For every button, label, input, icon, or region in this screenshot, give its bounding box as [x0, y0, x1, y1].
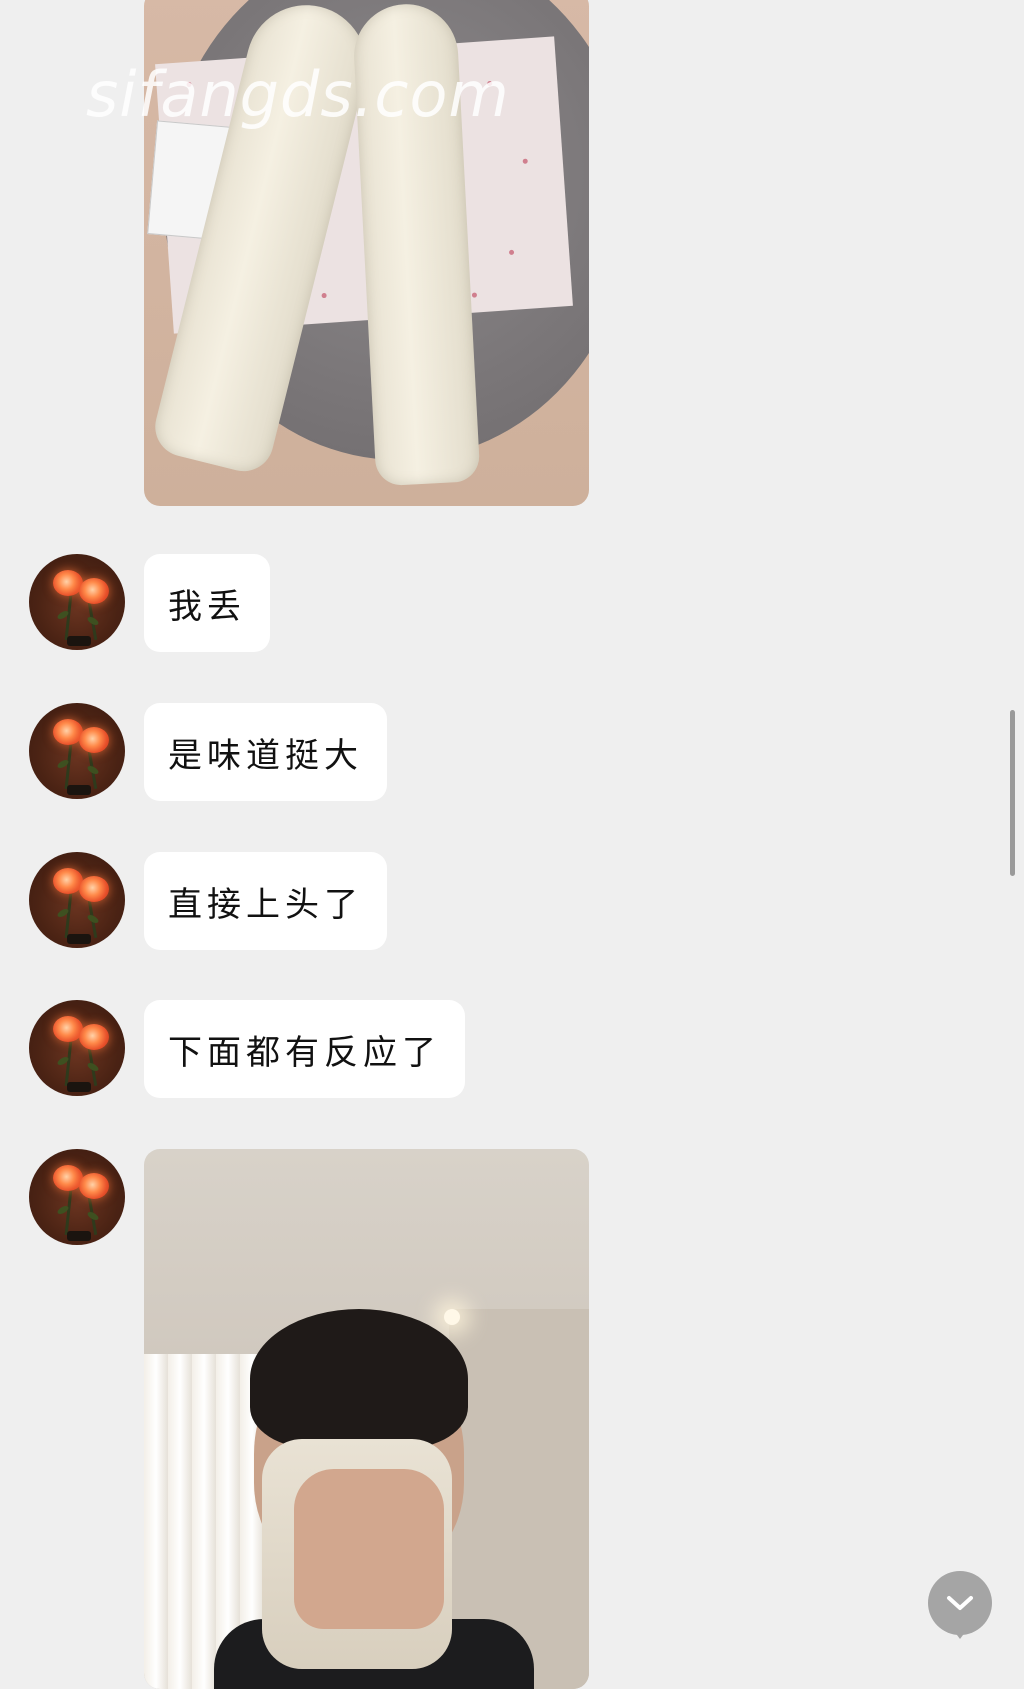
message-text: 下面都有反应了 [168, 1032, 441, 1073]
photo-hair [250, 1309, 468, 1449]
watermark-text: sifangds.com [86, 58, 510, 131]
text-message-bubble[interactable]: 是味道挺大 [144, 703, 387, 801]
text-message-bubble[interactable]: 下面都有反应了 [144, 1000, 465, 1098]
avatar[interactable] [29, 1000, 125, 1096]
text-message-bubble[interactable]: 我丢 [144, 554, 270, 652]
avatar[interactable] [29, 554, 125, 650]
text-message-bubble[interactable]: 直接上头了 [144, 852, 387, 950]
avatar[interactable] [29, 852, 125, 948]
avatar[interactable] [29, 703, 125, 799]
avatar[interactable] [29, 1149, 125, 1245]
message-text: 我丢 [168, 586, 246, 627]
message-text: 是味道挺大 [168, 735, 363, 776]
message-text: 直接上头了 [168, 884, 363, 925]
photo-hand [294, 1469, 444, 1629]
scroll-to-bottom-button[interactable] [928, 1571, 992, 1639]
photo-ceiling-light [444, 1309, 460, 1325]
scrollbar-thumb[interactable] [1010, 710, 1015, 876]
chat-messages-area[interactable]: sifangds.com 我丢 是味道挺大 直接上头了 下面都有反应了 [0, 0, 1024, 1689]
image-message-selfie[interactable] [144, 1149, 589, 1689]
chevron-down-icon [947, 1596, 973, 1610]
